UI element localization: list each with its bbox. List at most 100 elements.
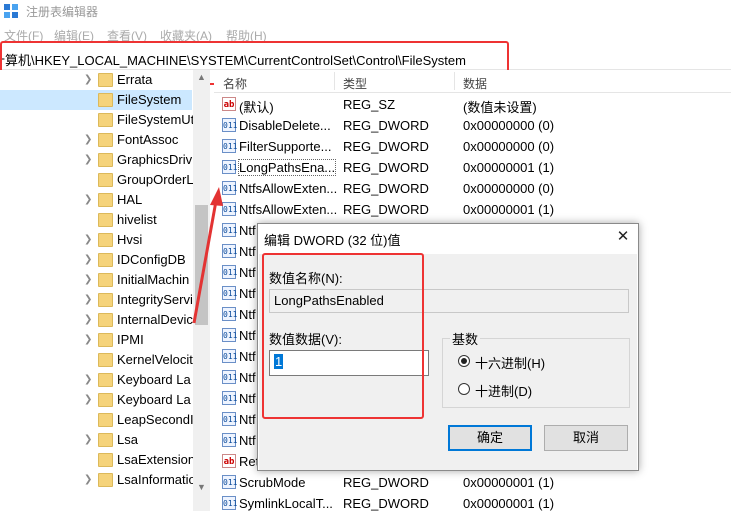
folder-icon	[98, 233, 113, 247]
folder-icon	[98, 213, 113, 227]
chevron-right-icon[interactable]: ❯	[84, 274, 92, 285]
dialog-highlight-box	[262, 253, 424, 419]
string-value-icon: ab	[222, 454, 236, 468]
chevron-right-icon[interactable]: ❯	[84, 434, 92, 445]
chevron-right-icon[interactable]: ❯	[84, 134, 92, 145]
table-row[interactable]: ab (默认) REG_SZ (数值未设置)	[214, 94, 731, 115]
chevron-right-icon[interactable]: ❯	[84, 154, 92, 165]
column-header-type[interactable]: 类型	[343, 75, 367, 92]
ok-button[interactable]: 确定	[448, 425, 532, 451]
value-data-cell: 0x00000001 (1)	[463, 496, 555, 511]
value-type-cell: REG_DWORD	[343, 181, 429, 196]
column-header-data[interactable]: 数据	[463, 75, 487, 92]
folder-icon	[98, 433, 113, 447]
folder-icon	[98, 313, 113, 327]
folder-icon	[98, 153, 113, 167]
list-header: 名称 类型 数据	[214, 70, 731, 93]
value-name-cell: (默认)	[239, 100, 274, 115]
tree-item[interactable]: LeapSecondI	[0, 410, 194, 430]
chevron-right-icon[interactable]: ❯	[84, 474, 92, 485]
table-row[interactable]: 011 LongPathsEna... REG_DWORD 0x00000001 (1…	[214, 157, 731, 178]
value-type-cell: REG_DWORD	[343, 118, 429, 133]
hex-label[interactable]: 十六进制(H)	[475, 353, 545, 372]
dword-value-icon: 011	[222, 118, 237, 132]
value-name-cell: Ntf	[239, 349, 256, 364]
dword-value-icon: 011	[222, 391, 237, 405]
folder-icon	[98, 333, 113, 347]
value-name-cell: LongPathsEna...	[237, 159, 337, 176]
window-title: 注册表编辑器	[26, 5, 99, 19]
chevron-right-icon[interactable]: ❯	[84, 74, 92, 85]
folder-icon	[98, 253, 113, 267]
tree-item[interactable]: ❯ Lsa	[0, 430, 192, 450]
value-name-cell: Ntf	[239, 307, 256, 322]
registry-app-icon	[4, 4, 18, 18]
chevron-right-icon[interactable]: ❯	[84, 394, 92, 405]
tree-item[interactable]: FileSystemUti	[0, 110, 197, 130]
tree-item[interactable]: hivelist	[0, 210, 192, 230]
base-groupbox	[442, 338, 630, 408]
dword-value-icon: 011	[222, 139, 237, 153]
chevron-right-icon[interactable]: ❯	[84, 254, 92, 265]
folder-icon	[98, 413, 113, 427]
tree-item[interactable]: ❯ GraphicsDriv	[0, 150, 192, 170]
tree-item[interactable]: ❯ Keyboard La	[0, 370, 192, 390]
scroll-down-icon[interactable]: ▼	[197, 482, 206, 492]
value-data-cell: 0x00000001 (1)	[463, 202, 555, 217]
dword-value-icon: 011	[222, 496, 237, 510]
column-divider[interactable]	[334, 72, 335, 90]
table-row[interactable]: 011 FilterSupporte... REG_DWORD 0x00000000 …	[214, 136, 731, 157]
value-name-cell: FilterSupporte...	[239, 139, 332, 154]
table-row[interactable]: 011 NtfsAllowExten... REG_DWORD 0x00000001 …	[214, 199, 731, 220]
scroll-up-icon[interactable]: ▲	[197, 72, 206, 82]
column-divider[interactable]	[454, 72, 455, 90]
tree-item[interactable]: ❯ InternalDevic	[0, 310, 193, 330]
chevron-right-icon[interactable]: ❯	[84, 234, 92, 245]
tree-item[interactable]: ❯ FontAssoc	[0, 130, 192, 150]
tree-item[interactable]: ❯ IDConfigDB	[0, 250, 192, 270]
tree-item[interactable]: ❯ IntegrityServi	[0, 290, 193, 310]
tree-item[interactable]: ❯ LsaInformatio	[0, 470, 196, 490]
value-name-cell: SymlinkLocalT...	[239, 496, 333, 511]
table-row[interactable]: 011 ScrubMode REG_DWORD 0x00000001 (1)	[214, 472, 731, 493]
column-header-name[interactable]: 名称	[223, 75, 247, 92]
value-name-cell: NtfsAllowExten...	[239, 181, 338, 196]
tree-item[interactable]: GroupOrderL	[0, 170, 194, 190]
folder-icon	[98, 93, 113, 107]
tree-item[interactable]: ❯ InitialMachin	[0, 270, 192, 290]
value-name-cell: Ntf	[239, 286, 256, 301]
tree-item[interactable]: ❯ HAL	[0, 190, 192, 210]
value-name-cell: ScrubMode	[239, 475, 306, 490]
dec-radio[interactable]	[458, 383, 470, 395]
dword-value-icon: 011	[222, 349, 237, 363]
chevron-right-icon[interactable]: ❯	[84, 194, 92, 205]
value-data-cell: 0x00000001 (1)	[463, 475, 555, 490]
value-name-cell: DisableDelete...	[239, 118, 331, 133]
folder-icon	[98, 193, 113, 207]
chevron-right-icon[interactable]: ❯	[84, 374, 92, 385]
table-row[interactable]: 011 DisableDelete... REG_DWORD 0x00000000 (…	[214, 115, 731, 136]
table-row[interactable]: 011 SymlinkLocalT... REG_DWORD 0x00000001 (…	[214, 493, 731, 511]
dec-label[interactable]: 十进制(D)	[475, 381, 532, 400]
dword-value-icon: 011	[222, 475, 237, 489]
tree-item-selected[interactable]: FileSystem	[0, 90, 192, 110]
value-type-cell: REG_DWORD	[343, 160, 429, 175]
tree-item[interactable]: ❯ Hvsi	[0, 230, 192, 250]
chevron-right-icon[interactable]: ❯	[84, 334, 92, 345]
tree-item[interactable]: ❯ Errata	[0, 70, 192, 90]
hex-radio[interactable]	[458, 355, 470, 367]
tree-item[interactable]: KernelVelocit	[0, 350, 193, 370]
chevron-right-icon[interactable]: ❯	[84, 294, 92, 305]
value-name-cell: NtfsAllowExten...	[239, 202, 338, 217]
tree-item[interactable]: ❯ Keyboard La	[0, 390, 192, 410]
tree-item[interactable]: LsaExtension	[0, 450, 195, 470]
annotation-arrow	[192, 187, 223, 324]
folder-icon	[98, 353, 113, 367]
close-icon[interactable]: ✕	[613, 227, 633, 247]
folder-icon	[98, 173, 113, 187]
chevron-right-icon[interactable]: ❯	[84, 314, 92, 325]
tree-item[interactable]: ❯ IPMI	[0, 330, 192, 350]
cancel-button[interactable]: 取消	[544, 425, 628, 451]
table-row[interactable]: 011 NtfsAllowExten... REG_DWORD 0x00000000 …	[214, 178, 731, 199]
dword-value-icon: 011	[222, 433, 237, 447]
